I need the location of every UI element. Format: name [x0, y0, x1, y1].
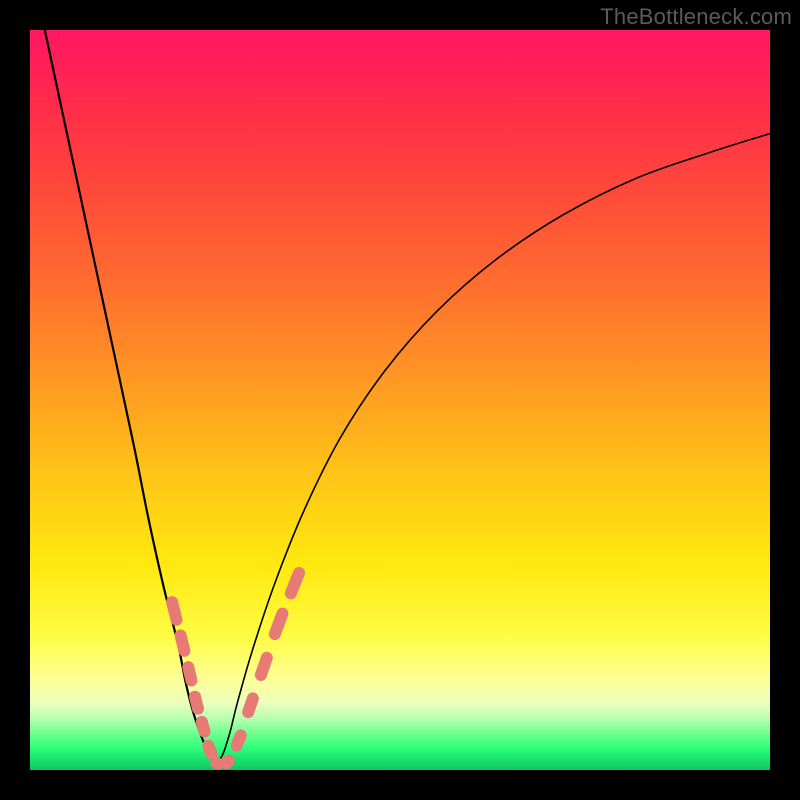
watermark-text: TheBottleneck.com	[600, 4, 792, 30]
curve-marker	[241, 691, 261, 720]
chart-frame: TheBottleneck.com	[0, 0, 800, 800]
curve-marker	[229, 728, 249, 754]
curve-marker	[173, 628, 191, 658]
curve-right-branch	[215, 134, 770, 764]
curve-marker	[165, 595, 184, 627]
curve-marker	[188, 689, 206, 715]
curve-marker	[181, 660, 199, 688]
curve-marker	[283, 565, 307, 601]
curve-markers	[165, 565, 307, 772]
curve-marker	[267, 606, 290, 642]
curve-marker	[194, 714, 212, 738]
curve-marker	[253, 650, 274, 682]
chart-svg	[30, 30, 770, 770]
plot-area	[30, 30, 770, 770]
